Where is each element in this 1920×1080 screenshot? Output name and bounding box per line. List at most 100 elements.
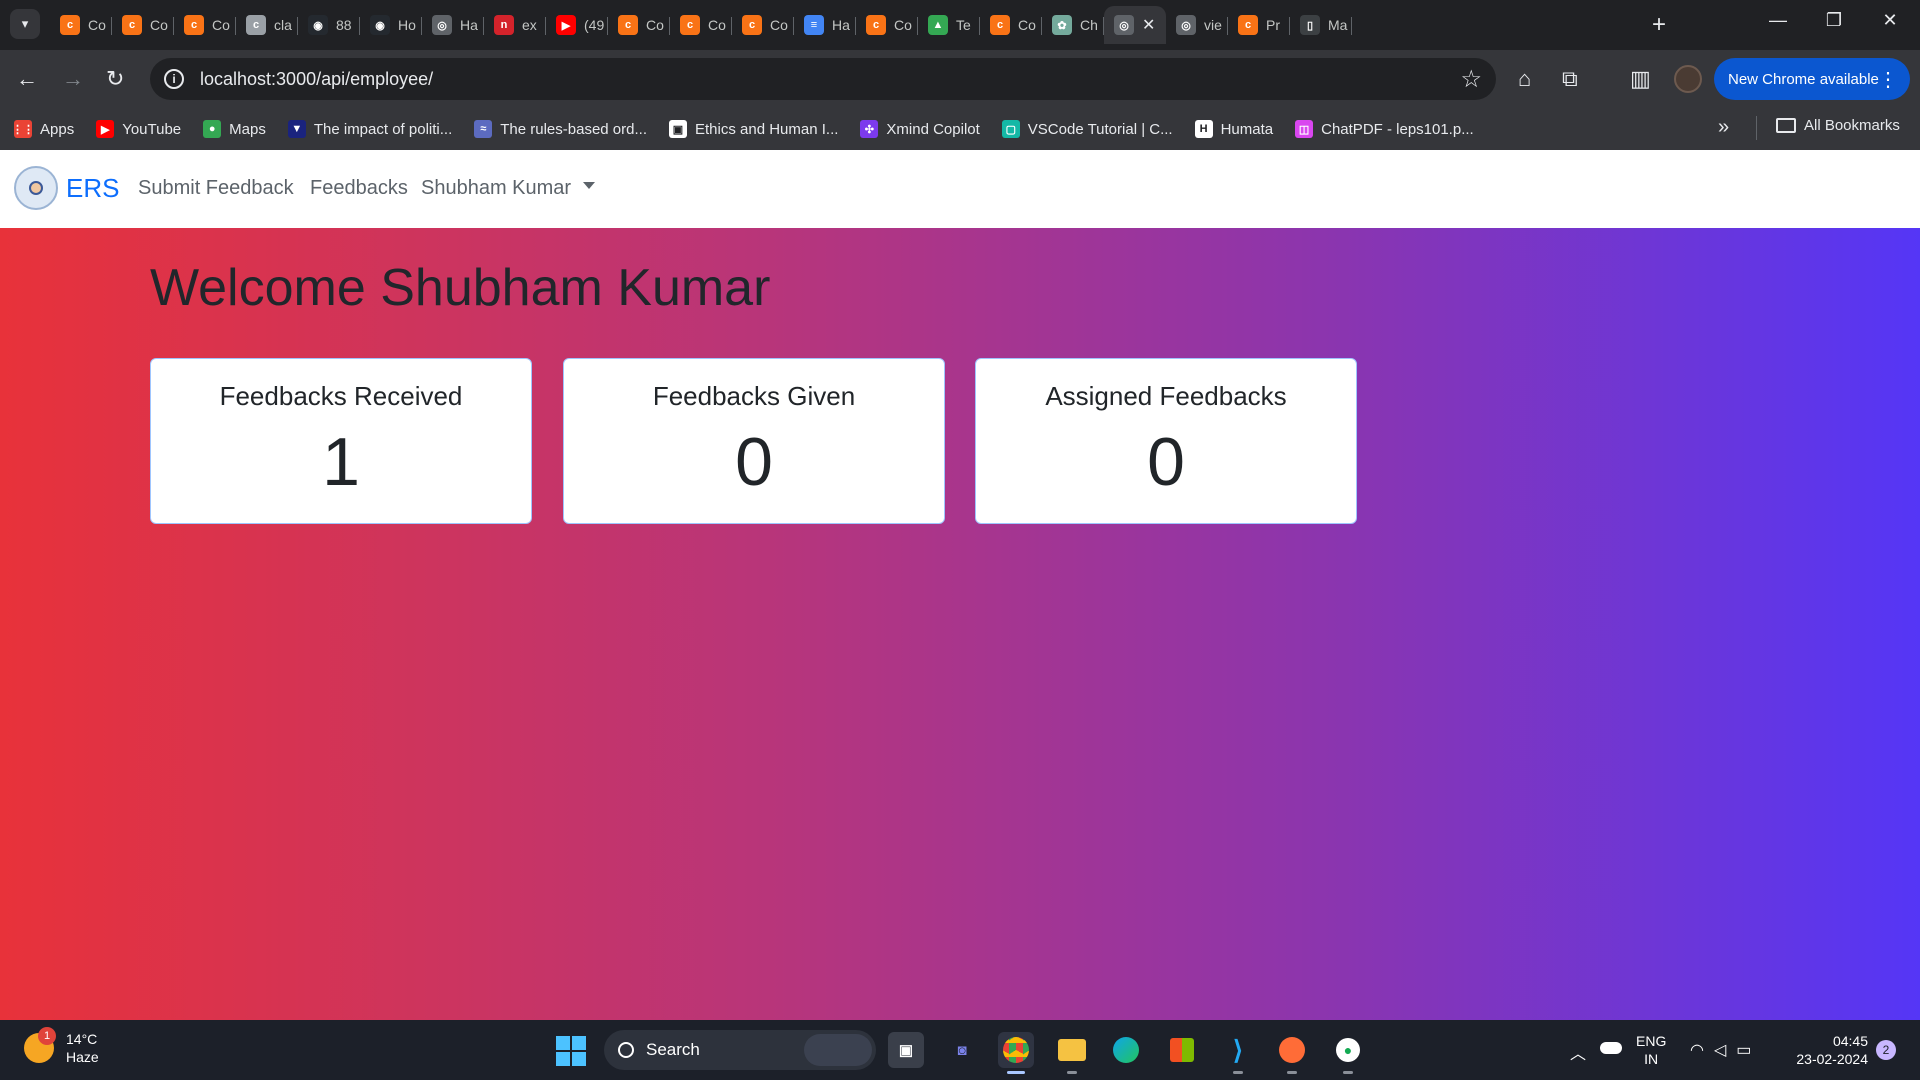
microsoft-store-icon[interactable]: [1164, 1032, 1200, 1068]
bookmark-item[interactable]: ● Maps: [203, 120, 266, 138]
bookmark-item[interactable]: ≈ The rules-based ord...: [474, 120, 647, 138]
url-text[interactable]: localhost:3000/api/employee/: [200, 69, 433, 90]
tab-title: Ma: [1328, 17, 1348, 33]
user-dropdown[interactable]: Shubham Kumar: [421, 177, 596, 200]
tab-title: Ha: [460, 17, 478, 33]
browser-tab[interactable]: c Co: [980, 6, 1042, 44]
onedrive-cloud-icon[interactable]: [1600, 1042, 1622, 1054]
browser-tab[interactable]: c Co: [732, 6, 794, 44]
card-value: 0: [1147, 424, 1185, 500]
mongodb-compass-icon[interactable]: ●: [1330, 1032, 1366, 1074]
bookmark-item[interactable]: ▶ YouTube: [96, 120, 181, 138]
task-view-icon[interactable]: ▣: [888, 1032, 924, 1068]
close-window-icon[interactable]: ✕: [1862, 10, 1918, 31]
browser-tab[interactable]: c cla: [236, 6, 298, 44]
back-button[interactable]: ←: [16, 66, 38, 92]
browser-tab[interactable]: ≡ Ha: [794, 6, 856, 44]
brand-link[interactable]: ERS: [66, 173, 119, 204]
bookmark-label: Humata: [1220, 120, 1274, 138]
browser-tab[interactable]: c Co: [670, 6, 732, 44]
browser-tab[interactable]: c Co: [856, 6, 918, 44]
welcome-heading: Welcome Shubham Kumar: [150, 259, 771, 317]
browser-tab[interactable]: ◎ ✕: [1104, 6, 1166, 44]
tab-favicon-icon: ▶: [556, 15, 576, 35]
tab-list: c Co c Co c Co c cla ◉ 88 ◉ Ho ◎ Ha n ex ▶ (49 c Co c Co c Co ≡ H…: [50, 6, 1352, 44]
bookmark-item[interactable]: ✣ Xmind Copilot: [860, 120, 980, 138]
extension-off-icon[interactable]: ⌂: [1518, 66, 1531, 92]
page-viewport: ERS Submit Feedback Feedbacks Shubham Ku…: [0, 150, 1920, 1020]
restore-icon[interactable]: ❐: [1806, 10, 1862, 31]
taskbar-search[interactable]: Search: [604, 1030, 876, 1070]
bookmark-item[interactable]: ◫ ChatPDF - leps101.p...: [1295, 120, 1474, 138]
edge-icon[interactable]: [1108, 1032, 1144, 1068]
browser-tab[interactable]: ◉ Ho: [360, 6, 422, 44]
address-bar[interactable]: i localhost:3000/api/employee/ ☆: [150, 58, 1496, 100]
profile-avatar[interactable]: [1674, 65, 1702, 93]
new-chrome-available-button[interactable]: New Chrome available ⋮: [1714, 58, 1910, 100]
weather-sun-icon: 1: [24, 1027, 56, 1063]
chrome-icon[interactable]: [998, 1032, 1034, 1074]
tab-search-button[interactable]: ▾: [10, 9, 40, 39]
file-explorer-icon[interactable]: [1054, 1032, 1090, 1074]
browser-tab[interactable]: ▶ (49: [546, 6, 608, 44]
nav-submit-feedback[interactable]: Submit Feedback: [138, 177, 294, 200]
more-menu-icon[interactable]: ⋮: [1878, 67, 1898, 92]
battery-icon[interactable]: ▭: [1736, 1042, 1761, 1059]
nav-feedbacks[interactable]: Feedbacks: [310, 177, 408, 200]
browser-tab[interactable]: ◎ vie: [1166, 6, 1228, 44]
postman-icon[interactable]: [1274, 1032, 1310, 1074]
minimize-icon[interactable]: —: [1750, 10, 1806, 31]
browser-tab[interactable]: ▲ Te: [918, 6, 980, 44]
tab-title: ex: [522, 17, 537, 33]
browser-tab[interactable]: c Co: [112, 6, 174, 44]
bookmark-item[interactable]: H Humata: [1194, 120, 1274, 138]
bookmark-favicon-icon: ▶: [96, 120, 115, 138]
show-hidden-icons-icon[interactable]: ︿: [1570, 1040, 1586, 1064]
weather-temperature: 14°C: [66, 1031, 98, 1047]
tab-favicon-icon: c: [122, 15, 142, 35]
browser-tab[interactable]: n ex: [484, 6, 546, 44]
language-indicator[interactable]: ENG IN: [1636, 1032, 1666, 1068]
tab-title: Pr: [1266, 17, 1280, 33]
all-bookmarks-button[interactable]: All Bookmarks: [1776, 117, 1900, 134]
bookmark-item[interactable]: ▼ The impact of politi...: [287, 120, 452, 138]
tab-separator: [1351, 17, 1352, 35]
vscode-icon[interactable]: ⟩: [1220, 1032, 1256, 1074]
teams-icon[interactable]: ◙: [944, 1032, 980, 1068]
ers-logo-icon[interactable]: [14, 166, 58, 210]
site-info-icon[interactable]: i: [164, 69, 184, 89]
bookmark-item[interactable]: ▢ VSCode Tutorial | C...: [1001, 120, 1173, 138]
browser-tab[interactable]: c Co: [174, 6, 236, 44]
chevron-down-icon: ▾: [21, 16, 29, 31]
new-tab-button[interactable]: +: [1652, 12, 1666, 38]
volume-icon[interactable]: ◁: [1714, 1042, 1736, 1059]
forward-button[interactable]: →: [62, 66, 84, 92]
wifi-icon[interactable]: ◠: [1690, 1042, 1714, 1059]
close-tab-icon[interactable]: ✕: [1142, 15, 1155, 35]
bookmark-star-icon[interactable]: ☆: [1460, 65, 1482, 94]
windows-start-icon[interactable]: [556, 1036, 586, 1066]
browser-tab[interactable]: c Co: [50, 6, 112, 44]
system-tray-icons[interactable]: ◠◁▭: [1690, 1040, 1761, 1060]
weather-widget[interactable]: 1 14°C Haze: [24, 1027, 99, 1066]
clock[interactable]: 04:45 23-02-2024: [1788, 1032, 1868, 1068]
tab-title: Ch: [1080, 17, 1098, 33]
browser-tab[interactable]: ◉ 88: [298, 6, 360, 44]
extensions-puzzle-icon[interactable]: ⧉: [1562, 66, 1578, 92]
notification-badge[interactable]: 2: [1876, 1040, 1896, 1060]
bookmark-favicon-icon: ▣: [669, 120, 687, 138]
bookmark-item[interactable]: ▣ Ethics and Human I...: [669, 120, 838, 138]
folder-icon: [1776, 118, 1796, 133]
tab-title: Co: [150, 17, 168, 33]
browser-tab[interactable]: ◎ Ha: [422, 6, 484, 44]
tab-favicon-icon: c: [742, 15, 762, 35]
side-panel-icon[interactable]: ▥: [1630, 66, 1651, 92]
more-bookmarks-icon[interactable]: »: [1718, 116, 1729, 139]
browser-tab[interactable]: ✿ Ch: [1042, 6, 1104, 44]
bookmark-item[interactable]: ⋮⋮ Apps: [12, 120, 74, 138]
browser-tab[interactable]: ▯ Ma: [1290, 6, 1352, 44]
reload-button[interactable]: ↻: [106, 66, 124, 92]
browser-tab[interactable]: c Pr: [1228, 6, 1290, 44]
browser-tab[interactable]: c Co: [608, 6, 670, 44]
tab-favicon-icon: c: [990, 15, 1010, 35]
